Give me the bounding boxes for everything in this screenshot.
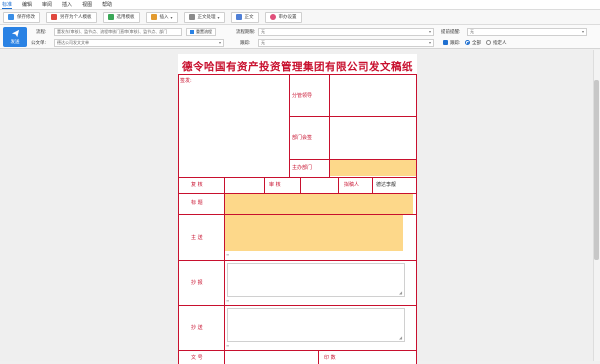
tracking-select[interactable]: 无 ▾ — [258, 39, 434, 47]
chevron-down-icon: ▾ — [581, 29, 584, 34]
doc-number-label: 文 号 — [191, 355, 203, 361]
table-border — [300, 177, 301, 193]
reset-icon — [190, 30, 194, 34]
scrollbar-thumb[interactable] — [594, 80, 599, 260]
table-border — [338, 177, 339, 193]
draft-paper: 德令哈国有资产投资管理集团有限公司发文稿纸 签发: 分管领导 部门会签 主办部门… — [178, 54, 417, 364]
review-label: 复 核 — [191, 182, 203, 188]
cc1-input[interactable] — [227, 263, 405, 297]
tracking-checkbox[interactable] — [443, 40, 448, 45]
flow-label: 流程: — [36, 30, 47, 35]
table-border — [178, 350, 417, 351]
reset-flow-button[interactable]: 重置流程 — [186, 28, 216, 36]
table-border — [318, 350, 319, 364]
save-personal-template-button[interactable]: 另存为个人模板 — [46, 11, 97, 23]
remind-label: 提前提醒: — [441, 30, 461, 35]
template-list-icon — [107, 14, 114, 20]
table-border — [178, 305, 417, 306]
table-border — [178, 260, 417, 261]
insert-dropdown[interactable]: 插入 ▾ — [145, 11, 178, 23]
resize-handle-icon[interactable]: ≡ — [226, 252, 229, 257]
chevron-down-icon: ▾ — [218, 40, 221, 45]
body-icon — [188, 14, 195, 20]
document-title: 德令哈国有资产投资管理集团有限公司发文稿纸 — [182, 61, 413, 73]
document-icon — [235, 14, 242, 20]
resize-handle-icon[interactable]: ≡ — [226, 343, 229, 348]
audit-label: 审 核 — [269, 182, 281, 188]
menu-help[interactable]: 帮助 — [102, 1, 112, 8]
menu-insert[interactable]: 插入 — [62, 1, 72, 8]
flow-field[interactable]: 董发东(审核)、监节点、流程审核门直审(审核)、监节点、部门 — [54, 28, 182, 36]
resize-handle-icon[interactable]: ≡ — [226, 298, 229, 303]
chevron-down-icon: ▾ — [428, 40, 431, 45]
subject-input[interactable] — [225, 194, 413, 214]
chevron-down-icon: ▾ — [428, 29, 431, 34]
table-border — [416, 74, 417, 364]
host-dept-label: 主办部门 — [292, 165, 313, 171]
menu-view[interactable]: 视图 — [82, 1, 92, 8]
settings-icon — [269, 14, 276, 20]
chevron-down-icon: ▾ — [170, 14, 173, 20]
dept-sign-label: 部门会签 — [292, 135, 313, 141]
table-border — [289, 116, 417, 117]
drafter-label: 拟稿人 — [344, 182, 360, 188]
paper-plane-icon — [11, 29, 19, 38]
table-border — [178, 177, 417, 178]
insert-icon — [150, 14, 157, 20]
cc1-label: 抄 报 — [191, 280, 203, 286]
flow-deadline-label: 流程期限: — [236, 30, 256, 35]
doc-type-label: 公文单: — [31, 41, 47, 46]
table-border — [178, 74, 417, 75]
remind-select[interactable]: 无 ▾ — [467, 28, 587, 36]
table-border — [289, 74, 290, 177]
tracking-label: 跟踪: — [240, 41, 251, 46]
menu-review[interactable]: 审阅 — [42, 1, 52, 8]
save-button[interactable]: 保存修改 — [3, 11, 40, 23]
main-send-label: 主 送 — [191, 235, 203, 241]
save-icon — [8, 14, 14, 20]
menu-standard[interactable]: 标准 — [2, 1, 13, 9]
flow-deadline-select[interactable]: 无 ▾ — [258, 28, 434, 36]
host-dept-input[interactable] — [330, 160, 416, 176]
chevron-down-icon: ▾ — [217, 14, 220, 20]
menu-edit[interactable]: 编辑 — [22, 1, 32, 8]
tracking-check-label: 跟踪: — [450, 41, 461, 46]
table-border — [372, 177, 373, 193]
radio-all-label: 全部 — [472, 41, 481, 46]
leader-label: 分管领导 — [292, 93, 313, 99]
body-process-dropdown[interactable]: 正文处理 ▾ — [183, 11, 225, 23]
table-border — [178, 74, 179, 364]
radio-specific[interactable] — [486, 40, 491, 45]
send-button[interactable]: 发送 — [3, 27, 27, 47]
table-border — [264, 177, 265, 193]
send-form: 发送 流程: 董发东(审核)、监节点、流程审核门直审(审核)、监节点、部门 重置… — [0, 25, 600, 49]
main-send-input[interactable] — [225, 215, 403, 251]
table-border — [224, 177, 225, 193]
radio-specific-label: 指定人 — [493, 41, 507, 46]
attachment-button[interactable]: 正文 — [230, 11, 259, 23]
resize-handle-icon[interactable]: ◢ — [399, 290, 402, 295]
template-icon — [51, 14, 57, 20]
doc-type-select[interactable]: 德达公司发文文单 ▾ — [54, 39, 224, 47]
print-count-label: 印 数 — [324, 355, 336, 361]
sign-label: 签发: — [180, 78, 192, 84]
menu-bar: 标准 编辑 审阅 插入 视图 帮助 — [0, 0, 600, 10]
settings-button[interactable]: 审办设置 — [264, 11, 302, 23]
toolbar: 保存修改 另存为个人模板 选用模板 插入 ▾ 正文处理 ▾ 正文 审办设置 — [0, 10, 600, 25]
use-template-button[interactable]: 选用模板 — [102, 11, 140, 23]
subject-label: 标 题 — [191, 200, 203, 206]
cc2-input[interactable] — [227, 308, 405, 342]
resize-handle-icon[interactable]: ◢ — [399, 335, 402, 340]
radio-all[interactable] — [465, 40, 470, 45]
cc2-label: 抄 送 — [191, 325, 203, 331]
drafter-value: 德达李靓 — [376, 182, 397, 188]
